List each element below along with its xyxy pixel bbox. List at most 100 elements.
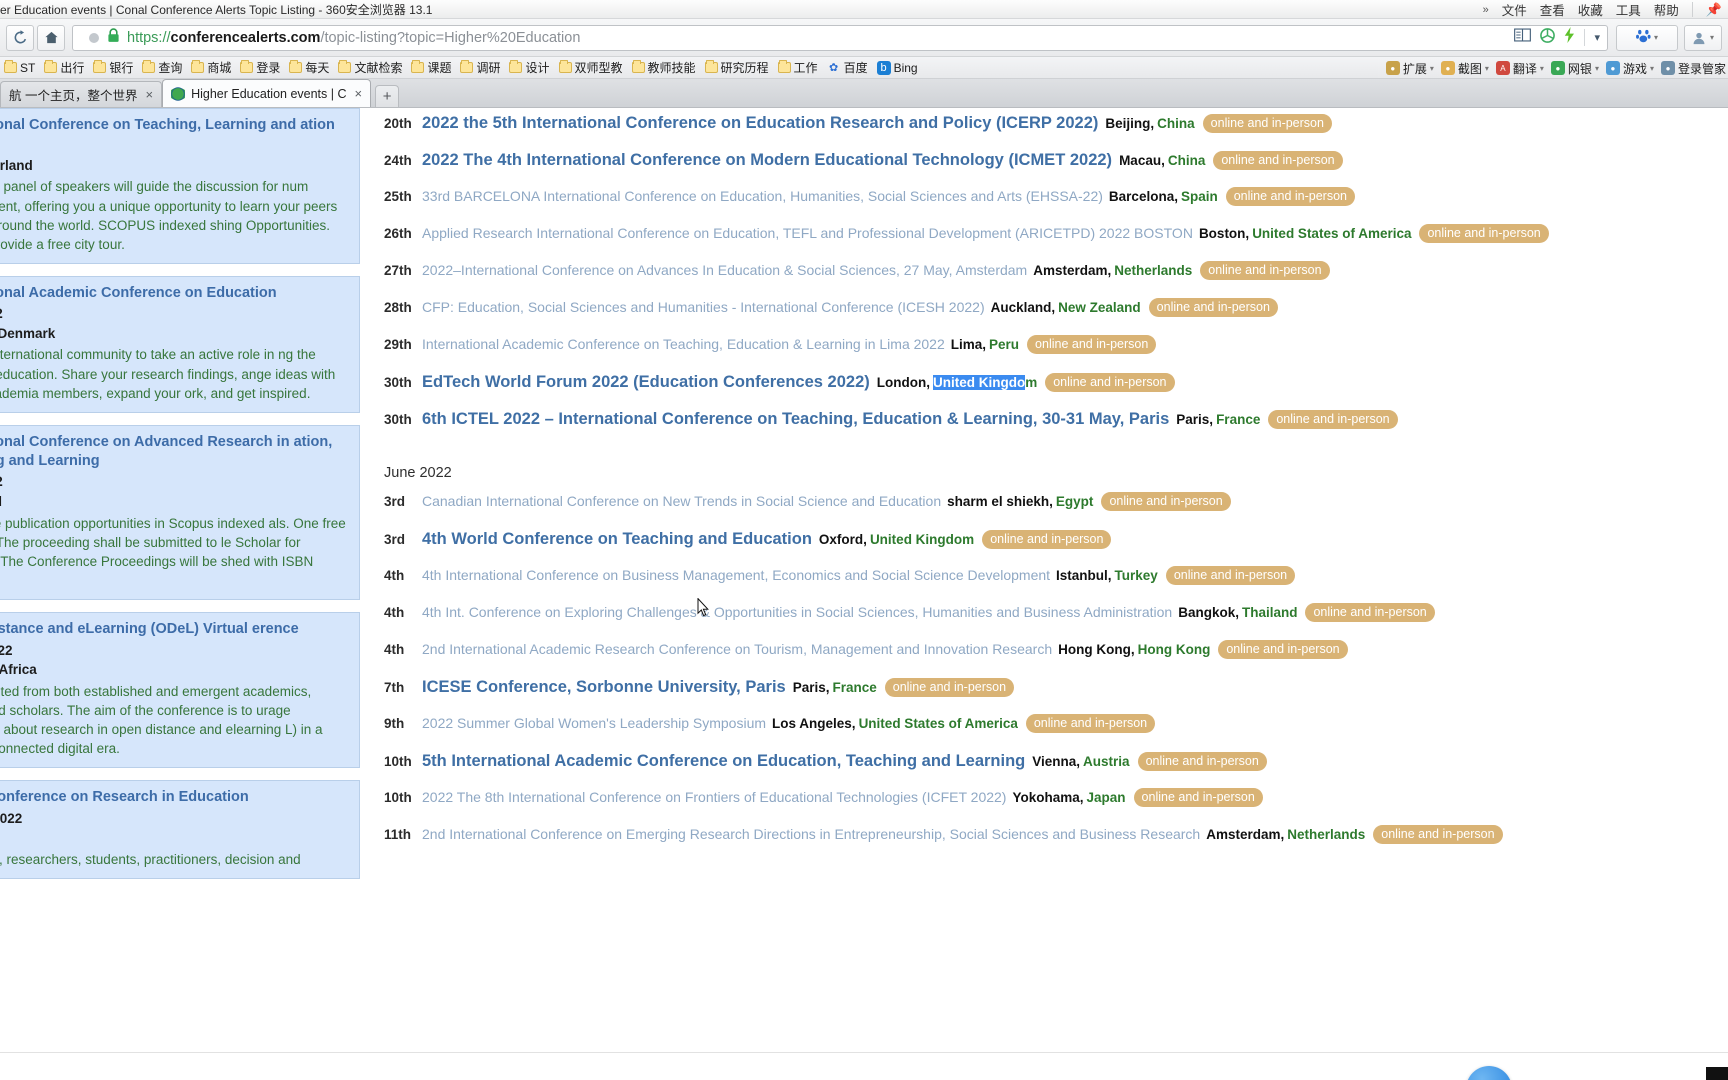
event-row[interactable]: 26th Applied Research International Confe… xyxy=(384,224,1728,262)
event-row[interactable]: 28th CFP: Education, Social Sciences and … xyxy=(384,298,1728,336)
lightning-icon[interactable] xyxy=(1564,27,1575,48)
toolbar-translate[interactable]: A 翻译 ▾ xyxy=(1495,60,1544,77)
url-text[interactable]: https://conferencealerts.com/topic-listi… xyxy=(127,30,580,46)
event-title-link[interactable]: ICESE Conference, Sorbonne University, P… xyxy=(422,678,786,697)
card-title[interactable]: nternational Conference on Advanced Rese… xyxy=(0,433,349,472)
chevron-down-icon[interactable]: ▾ xyxy=(1485,64,1489,73)
menu-tools[interactable]: 工具 xyxy=(1616,0,1641,19)
toolbar-extension[interactable]: ● 扩展 ▾ xyxy=(1385,60,1434,77)
reader-mode-icon[interactable] xyxy=(1514,28,1532,47)
event-title-link[interactable]: Applied Research International Conferenc… xyxy=(422,225,1193,241)
event-title-link[interactable]: EdTech World Forum 2022 (Education Confe… xyxy=(422,373,870,392)
speed-dial-icon[interactable] xyxy=(1540,27,1556,48)
chevron-down-icon[interactable]: ▾ xyxy=(1540,64,1544,73)
bookmark-9[interactable]: 课题 xyxy=(411,59,451,76)
toolbar-screenshot[interactable]: ● 截图 ▾ xyxy=(1440,60,1489,77)
menu-help[interactable]: 帮助 xyxy=(1654,0,1679,19)
bookmark-8[interactable]: 文献检索 xyxy=(338,59,402,76)
close-icon[interactable]: × xyxy=(355,86,363,101)
event-row[interactable]: 4th 4th Int. Conference on Exploring Chal… xyxy=(384,603,1728,641)
bookmark-3[interactable]: 银行 xyxy=(93,59,133,76)
bookmark-15[interactable]: 工作 xyxy=(777,59,818,76)
sidebar-conference-card[interactable]: World Conference on Research in Educatio… xyxy=(0,780,360,879)
chevron-down-icon[interactable]: ▾ xyxy=(1595,64,1599,73)
user-account-button[interactable]: ▾ xyxy=(1683,24,1722,51)
event-row[interactable]: 24th 2022 The 4th International Conferenc… xyxy=(384,151,1728,188)
side-panel-handle[interactable] xyxy=(1706,1067,1728,1080)
event-title-link[interactable]: 4th Int. Conference on Exploring Challen… xyxy=(422,604,1172,620)
chevron-down-icon[interactable]: ▾ xyxy=(1650,64,1654,73)
event-row[interactable]: 4th 2nd International Academic Research C… xyxy=(384,640,1728,678)
bookmark-1[interactable]: ST xyxy=(4,60,35,75)
event-title-link[interactable]: 2nd International Conference on Emerging… xyxy=(422,826,1200,842)
event-row[interactable]: 29th International Academic Conference on… xyxy=(384,335,1728,373)
bookmark-14[interactable]: 研究历程 xyxy=(704,59,769,76)
tab-higher-education-events[interactable]: Higher Education events | C × xyxy=(162,79,372,107)
event-row[interactable]: 11th 2nd International Conference on Emer… xyxy=(384,825,1728,863)
event-row[interactable]: 3rd 4th World Conference on Teaching and … xyxy=(384,530,1728,567)
bookmark-7[interactable]: 每天 xyxy=(289,59,329,76)
event-row[interactable]: 4th 4th International Conference on Busin… xyxy=(384,566,1728,604)
sidebar-conference-card[interactable]: nternational Conference on Teaching, Lea… xyxy=(0,108,360,265)
event-title-link[interactable]: 5th International Academic Conference on… xyxy=(422,752,1025,771)
chevron-double-right-icon[interactable]: » xyxy=(1483,4,1489,16)
chevron-down-icon[interactable]: ▾ xyxy=(1710,33,1714,42)
close-icon[interactable]: × xyxy=(145,87,153,102)
card-title[interactable]: World Conference on Research in Educatio… xyxy=(0,788,349,807)
event-title-link[interactable]: CFP: Education, Social Sciences and Huma… xyxy=(422,299,985,315)
event-title-link[interactable]: 2022 the 5th International Conference on… xyxy=(422,114,1098,133)
pin-icon[interactable]: 📌 xyxy=(1706,2,1722,18)
bookmark-12[interactable]: 双师型教 xyxy=(558,59,623,76)
event-title-link[interactable]: 4th International Conference on Business… xyxy=(422,567,1050,583)
event-title-link[interactable]: 2022 The 4th International Conference on… xyxy=(422,151,1112,170)
menu-favorites[interactable]: 收藏 xyxy=(1578,0,1603,19)
bookmark-13[interactable]: 教师技能 xyxy=(631,59,696,76)
card-title[interactable]: nternational Academic Conference on Educ… xyxy=(0,284,349,303)
event-title-link[interactable]: 33rd BARCELONA International Conference … xyxy=(422,188,1103,204)
tab-navigation-home[interactable]: 航 一个主页，整个世界 × xyxy=(0,81,163,107)
bookmark-16[interactable]: ✿ 百度 xyxy=(827,59,868,76)
bookmark-10[interactable]: 调研 xyxy=(460,59,500,76)
event-title-link[interactable]: International Academic Conference on Tea… xyxy=(422,336,945,352)
event-row[interactable]: 30th 6th ICTEL 2022 – International Confe… xyxy=(384,410,1728,447)
menu-file[interactable]: 文件 xyxy=(1502,0,1527,19)
event-title-link[interactable]: 6th ICTEL 2022 – International Conferenc… xyxy=(422,410,1169,429)
search-engine-selector[interactable]: ▾ xyxy=(1615,24,1678,51)
home-button[interactable] xyxy=(37,24,65,51)
event-row[interactable]: 30th EdTech World Forum 2022 (Education C… xyxy=(384,373,1728,410)
event-row[interactable]: 27th 2022–International Conference on Adv… xyxy=(384,261,1728,299)
refresh-button[interactable] xyxy=(6,24,34,51)
bookmark-4[interactable]: 查询 xyxy=(142,59,182,76)
toolbar-online-banking[interactable]: ● 网银 ▾ xyxy=(1550,60,1599,77)
event-title-link[interactable]: 2022 The 8th International Conference on… xyxy=(422,789,1006,805)
event-title-link[interactable]: 2nd International Academic Research Conf… xyxy=(422,641,1052,657)
chevron-down-icon[interactable]: ▾ xyxy=(1430,64,1434,73)
sidebar-conference-card[interactable]: nternational Academic Conference on Educ… xyxy=(0,276,360,413)
new-tab-button[interactable]: + xyxy=(375,85,400,107)
toolbar-game[interactable]: ● 游戏 ▾ xyxy=(1605,60,1654,77)
event-row[interactable]: 25th 33rd BARCELONA International Confere… xyxy=(384,187,1728,225)
address-bar[interactable]: https://conferencealerts.com/topic-listi… xyxy=(72,24,1608,51)
bookmark-6[interactable]: 登录 xyxy=(240,59,280,76)
bookmark-2[interactable]: 出行 xyxy=(44,59,84,76)
chevron-down-icon[interactable]: ▾ xyxy=(1654,33,1658,42)
bookmark-5[interactable]: 商城 xyxy=(191,59,231,76)
event-title-link[interactable]: Canadian International Conference on New… xyxy=(422,493,941,509)
toolbar-login-manager[interactable]: ● 登录管家 xyxy=(1660,60,1726,77)
card-title[interactable]: Open Distance and eLearning (ODeL) Virtu… xyxy=(0,620,349,639)
event-row[interactable]: 9th 2022 Summer Global Women's Leadership… xyxy=(384,714,1728,752)
event-row[interactable]: 20th 2022 the 5th International Conferenc… xyxy=(384,114,1728,151)
event-row[interactable]: 7th ICESE Conference, Sorbonne University… xyxy=(384,678,1728,715)
sidebar-conference-card[interactable]: nternational Conference on Advanced Rese… xyxy=(0,424,360,601)
event-row[interactable]: 10th 5th International Academic Conferenc… xyxy=(384,752,1728,789)
event-title-link[interactable]: 4th World Conference on Teaching and Edu… xyxy=(422,530,812,549)
chevron-down-icon[interactable]: ▾ xyxy=(1594,31,1600,44)
card-title[interactable]: nternational Conference on Teaching, Lea… xyxy=(0,116,349,135)
event-title-link[interactable]: 2022 Summer Global Women's Leadership Sy… xyxy=(422,715,766,731)
sidebar-conference-card[interactable]: Open Distance and eLearning (ODeL) Virtu… xyxy=(0,612,360,769)
menu-view[interactable]: 查看 xyxy=(1540,0,1565,19)
countdown-timer-bubble[interactable]: 02:59 xyxy=(1466,1066,1512,1080)
bookmark-11[interactable]: 设计 xyxy=(509,59,550,76)
event-row[interactable]: 3rd Canadian International Conference on … xyxy=(384,492,1728,530)
event-title-link[interactable]: 2022–International Conference on Advance… xyxy=(422,262,1027,278)
